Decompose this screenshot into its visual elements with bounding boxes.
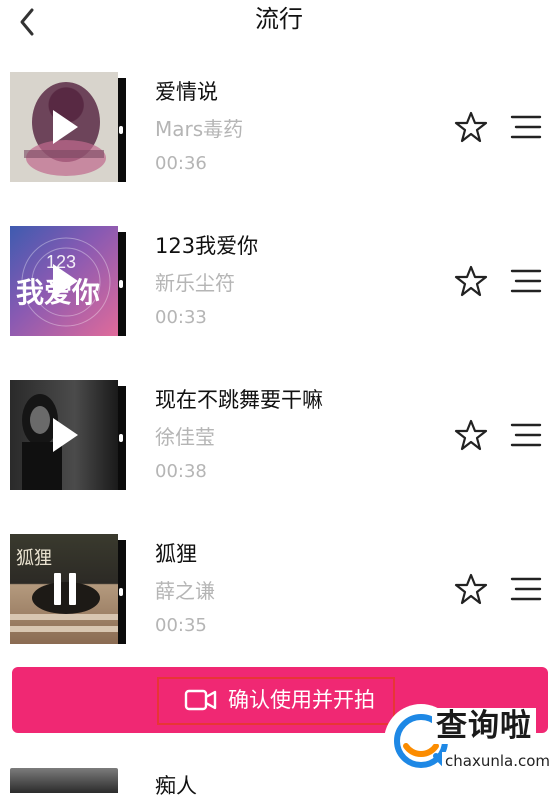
song-title: 现在不跳舞要干嘛	[155, 388, 323, 412]
song-title: 爱情说	[155, 80, 218, 104]
cover-edge	[118, 232, 126, 336]
star-icon[interactable]	[454, 264, 488, 298]
menu-icon[interactable]	[510, 576, 542, 602]
header-bar: 流行	[0, 0, 558, 52]
watermark-title: 查询啦	[432, 708, 536, 744]
album-cover[interactable]	[10, 72, 126, 182]
song-duration: 00:38	[155, 461, 207, 482]
song-artist: 徐佳莹	[155, 425, 215, 449]
song-row[interactable]: 爱情说 Mars毒药 00:36	[0, 52, 558, 202]
confirm-use-label: 确认使用并开拍	[228, 688, 375, 712]
song-duration: 00:35	[155, 615, 207, 636]
watermark: 查询啦 chaxunla.com	[384, 704, 554, 778]
menu-icon[interactable]	[510, 422, 542, 448]
video-camera-icon	[184, 689, 217, 711]
song-duration: 00:36	[155, 153, 207, 174]
star-icon[interactable]	[454, 110, 488, 144]
page-title: 流行	[255, 5, 303, 33]
song-row[interactable]: 狐狸 狐狸 薛之谦 00:35	[0, 514, 558, 664]
song-artist: 薛之谦	[155, 579, 215, 603]
album-cover[interactable]: 狐狸	[10, 534, 126, 644]
menu-icon[interactable]	[510, 114, 542, 140]
star-icon[interactable]	[454, 572, 488, 606]
menu-icon[interactable]	[510, 268, 542, 294]
album-cover[interactable]	[10, 380, 126, 490]
play-icon[interactable]	[50, 108, 80, 146]
song-artist: 新乐尘符	[155, 271, 235, 295]
cover-edge	[118, 386, 126, 490]
cover-edge	[118, 540, 126, 644]
song-row[interactable]: 现在不跳舞要干嘛 徐佳莹 00:38	[0, 360, 558, 510]
cover-edge	[118, 78, 126, 182]
pause-icon[interactable]	[50, 570, 80, 608]
album-cover[interactable]: 123 我爱你	[10, 226, 126, 336]
song-title: 痴人	[155, 774, 197, 798]
song-duration: 00:33	[155, 307, 207, 328]
song-row[interactable]: 123 我爱你 123我爱你 新乐尘符 00:33	[0, 206, 558, 356]
song-title: 123我爱你	[155, 234, 259, 258]
play-icon[interactable]	[50, 262, 80, 300]
watermark-domain: chaxunla.com	[442, 752, 553, 770]
song-title: 狐狸	[155, 542, 197, 566]
play-icon[interactable]	[50, 416, 80, 454]
album-cover[interactable]	[10, 768, 118, 793]
star-icon[interactable]	[454, 418, 488, 452]
cover-text: 狐狸	[16, 548, 52, 569]
song-artist: Mars毒药	[155, 117, 244, 141]
